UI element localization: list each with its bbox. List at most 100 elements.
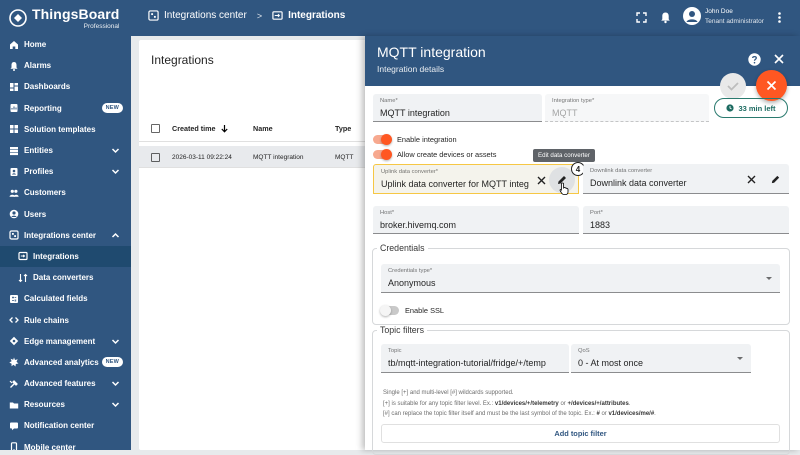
integration-details-panel: MQTT integration Integration details Nam… bbox=[365, 36, 800, 455]
column-name[interactable]: Name bbox=[253, 124, 273, 133]
fullscreen-icon[interactable] bbox=[635, 11, 648, 24]
integrations-list-card: Integrations Created time Name Type 2026… bbox=[139, 40, 379, 450]
sidebar-item-profiles[interactable]: Profiles bbox=[0, 161, 131, 182]
close-icon[interactable] bbox=[773, 53, 785, 65]
sidebar-item-label: Resources bbox=[24, 400, 65, 410]
chevron-down-icon bbox=[111, 339, 120, 344]
sidebar-item-mobile-center[interactable]: Mobile center bbox=[0, 437, 131, 450]
port-field[interactable]: Port* 1883 bbox=[583, 206, 789, 234]
logo-name: ThingsBoard bbox=[32, 6, 120, 22]
credentials-type-label: Credentials type* bbox=[388, 268, 433, 274]
logo[interactable]: ThingsBoard Professional bbox=[8, 6, 119, 32]
downlink-converter-label: Downlink data converter bbox=[590, 168, 653, 174]
sidebar-item-rule-chains[interactable]: Rule chains bbox=[0, 309, 131, 330]
sidebar-item-advanced-analytics[interactable]: Advanced analytics NEW bbox=[0, 352, 131, 373]
integrations-center-icon bbox=[9, 230, 19, 240]
enable-integration-switch[interactable] bbox=[373, 133, 392, 145]
hint2-a: [+] is suitable for any topic filter lev… bbox=[383, 401, 495, 407]
sidebar-item-calculated-fields[interactable]: Calculated fields bbox=[0, 288, 131, 309]
sidebar-item-users[interactable]: Users bbox=[0, 204, 131, 225]
data-converters-icon bbox=[18, 273, 28, 282]
hand-cursor-icon bbox=[559, 182, 569, 195]
allow-create-devices-label: Allow create devices or assets bbox=[397, 149, 497, 159]
notifications-bell-icon[interactable] bbox=[659, 11, 672, 24]
sidebar-item-integrations[interactable]: Integrations bbox=[0, 245, 131, 268]
sidebar-item-advanced-features[interactable]: Advanced features bbox=[0, 373, 131, 394]
integrations-icon bbox=[18, 252, 28, 261]
clear-icon[interactable] bbox=[536, 175, 547, 186]
credentials-type-select[interactable]: Credentials type* Anonymous bbox=[381, 264, 780, 293]
sidebar-item-alarms[interactable]: Alarms bbox=[0, 55, 131, 76]
clock-icon bbox=[726, 104, 735, 112]
sidebar-item-notification-center[interactable]: Notification center bbox=[0, 415, 131, 436]
sidebar-item-label: Integrations center bbox=[24, 230, 97, 240]
avatar[interactable] bbox=[683, 7, 701, 25]
enable-ssl-label: Enable SSL bbox=[405, 305, 445, 315]
breadcrumb-parent[interactable]: Integrations center bbox=[164, 10, 247, 21]
add-topic-filter-button[interactable]: Add topic filter bbox=[381, 424, 780, 443]
enable-ssl-toggle[interactable]: Enable SSL bbox=[380, 304, 445, 316]
help-icon[interactable] bbox=[748, 53, 761, 66]
timer-badge[interactable]: 33 min left bbox=[714, 98, 788, 118]
allow-create-devices-toggle[interactable]: Allow create devices or assets bbox=[373, 148, 496, 160]
users-icon bbox=[9, 209, 19, 219]
hint3-example-2: v1/devices/me/# bbox=[608, 411, 655, 417]
name-field[interactable]: Name* MQTT integration bbox=[373, 94, 542, 122]
edge-management-icon bbox=[9, 337, 19, 346]
panel-subtitle: Integration details bbox=[377, 64, 445, 74]
sidebar-item-data-converters[interactable]: Data converters bbox=[0, 267, 131, 288]
topic-field[interactable]: Topic tb/mqtt-integration-tutorial/fridg… bbox=[381, 344, 569, 373]
more-vert-icon[interactable] bbox=[773, 11, 786, 24]
host-field[interactable]: Host* broker.hivemq.com bbox=[373, 206, 579, 234]
sidebar-item-integrations-center[interactable]: Integrations center bbox=[0, 225, 131, 246]
enable-ssl-switch[interactable] bbox=[380, 304, 399, 316]
column-type[interactable]: Type bbox=[335, 124, 351, 133]
sidebar-item-label: Dashboards bbox=[24, 82, 71, 92]
breadcrumb: Integrations center > Integrations bbox=[148, 10, 345, 21]
sidebar-item-label: Customers bbox=[24, 188, 66, 198]
cancel-edit-button[interactable] bbox=[756, 70, 787, 101]
plus-wildcard-hint: [+] is suitable for any topic filter lev… bbox=[383, 401, 631, 407]
apply-changes-button[interactable] bbox=[720, 73, 746, 99]
column-created-time[interactable]: Created time bbox=[172, 124, 229, 133]
user-name: John Doe bbox=[705, 8, 733, 15]
row-type: MQTT bbox=[335, 154, 354, 161]
clear-icon[interactable] bbox=[746, 174, 757, 185]
top-bar: Integrations center > Integrations John … bbox=[131, 0, 800, 36]
sidebar-item-edge-management[interactable]: Edge management bbox=[0, 331, 131, 352]
sidebar-item-resources[interactable]: Resources bbox=[0, 394, 131, 415]
qos-select[interactable]: QoS 0 - At most once bbox=[571, 344, 751, 373]
sidebar-item-solution-templates[interactable]: Solution templates bbox=[0, 119, 131, 140]
sidebar-item-customers[interactable]: Customers bbox=[0, 182, 131, 203]
edit-converter-tooltip: Edit data converter bbox=[533, 149, 595, 162]
integration-type-label: Integration type* bbox=[552, 98, 595, 104]
advanced-features-icon bbox=[9, 379, 18, 388]
close-icon bbox=[766, 80, 777, 91]
sidebar-item-dashboards[interactable]: Dashboards bbox=[0, 76, 131, 97]
new-badge: NEW bbox=[101, 356, 123, 367]
sidebar-item-reporting[interactable]: Reporting NEW bbox=[0, 98, 131, 119]
hint2-example-2: +/devices/+/attributes bbox=[567, 401, 629, 407]
reporting-icon bbox=[10, 104, 18, 113]
panel-title: MQTT integration bbox=[377, 44, 486, 60]
sidebar-item-home[interactable]: Home bbox=[0, 34, 131, 55]
solution-templates-icon bbox=[10, 125, 18, 134]
hint3-e: . bbox=[654, 411, 656, 417]
row-checkbox[interactable] bbox=[151, 153, 160, 162]
allow-create-devices-switch[interactable] bbox=[373, 148, 392, 160]
entities-icon bbox=[10, 146, 18, 155]
enable-integration-label: Enable integration bbox=[397, 134, 457, 144]
sidebar-item-entities[interactable]: Entities bbox=[0, 140, 131, 161]
enable-integration-toggle[interactable]: Enable integration bbox=[373, 133, 457, 145]
downlink-converter-value: Downlink data converter bbox=[590, 178, 687, 188]
user-info[interactable]: John Doe Tenant administrator bbox=[705, 7, 764, 27]
credentials-type-value: Anonymous bbox=[388, 278, 436, 288]
user-role: Tenant administrator bbox=[705, 18, 764, 25]
table-row[interactable]: 2026-03-11 09:22:24 MQTT integration MQT… bbox=[139, 146, 379, 168]
downlink-converter-field[interactable]: Downlink data converter Downlink data co… bbox=[583, 164, 789, 194]
sidebar-item-label: Solution templates bbox=[24, 124, 96, 134]
chevron-up-icon bbox=[111, 232, 120, 238]
pencil-icon[interactable] bbox=[770, 174, 781, 185]
select-all-checkbox[interactable] bbox=[151, 124, 160, 133]
sidebar-item-label: Edge management bbox=[24, 336, 96, 346]
